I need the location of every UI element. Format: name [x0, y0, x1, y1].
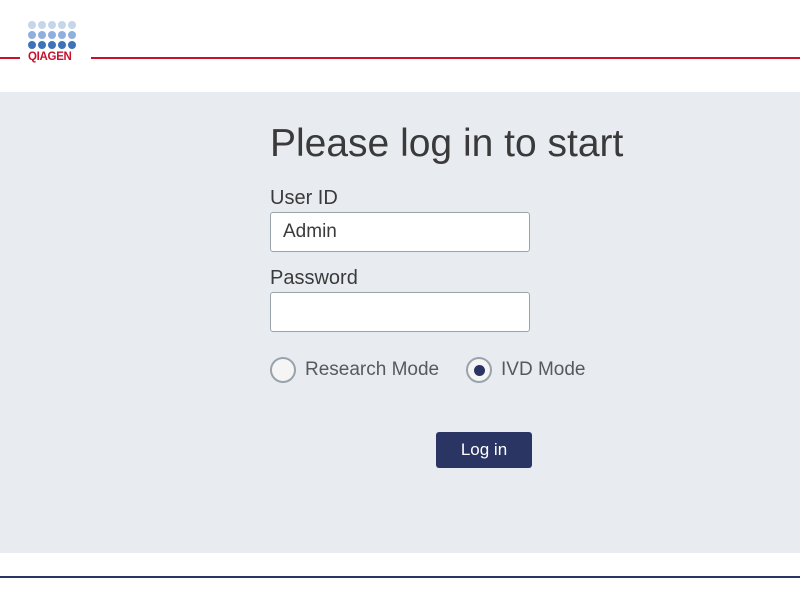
login-panel: Please log in to start User ID Password … [0, 92, 800, 553]
logo-wordmark: QIAGEN [28, 51, 72, 63]
footer-divider [0, 576, 800, 578]
radio-unchecked-icon[interactable] [270, 357, 296, 383]
header: QIAGEN [0, 0, 800, 92]
ivd-mode-label[interactable]: IVD Mode [501, 359, 585, 381]
password-input[interactable] [270, 292, 530, 332]
research-mode-radio[interactable]: Research Mode [270, 354, 439, 386]
research-mode-label[interactable]: Research Mode [305, 359, 439, 381]
header-divider-right [91, 57, 800, 59]
page-title: Please log in to start [270, 122, 624, 165]
password-label: Password [270, 267, 358, 289]
login-page: QIAGEN Please log in to start User ID Pa… [0, 0, 800, 600]
user-id-input[interactable] [270, 212, 530, 252]
header-divider-left [0, 57, 20, 59]
ivd-mode-radio[interactable]: IVD Mode [466, 354, 585, 386]
user-id-label: User ID [270, 187, 338, 209]
login-button[interactable]: Log in [436, 432, 532, 468]
radio-checked-icon[interactable] [466, 357, 492, 383]
logo-dots-icon [28, 21, 76, 49]
qiagen-logo: QIAGEN [27, 21, 83, 65]
